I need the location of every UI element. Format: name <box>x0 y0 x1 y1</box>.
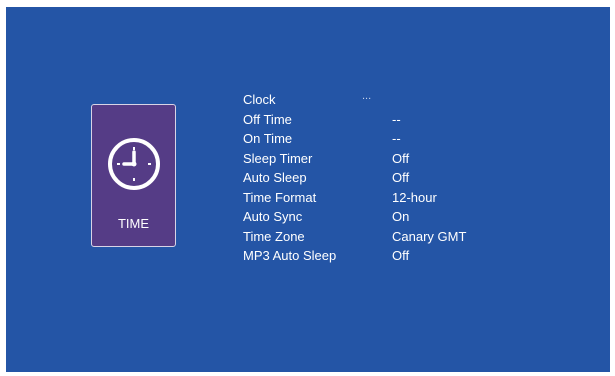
category-label: TIME <box>117 216 150 231</box>
setting-value: ... <box>362 90 372 102</box>
setting-label: Time Format <box>243 189 317 205</box>
tv-menu-screen: TIME Clock ... Off Time -- On Time -- Sl… <box>6 7 610 372</box>
setting-value: Off <box>392 170 410 185</box>
setting-label: Off Time <box>243 111 292 127</box>
setting-label: Auto Sleep <box>243 170 307 185</box>
setting-row-off-time[interactable]: Off Time -- <box>243 110 523 130</box>
setting-value: Off <box>392 150 410 166</box>
time-settings-list: Clock ... Off Time -- On Time -- Sleep T… <box>243 90 523 266</box>
setting-value: -- <box>392 111 401 127</box>
setting-row-auto-sync[interactable]: Auto Sync On <box>243 207 523 227</box>
time-category-tile[interactable]: TIME <box>91 104 176 247</box>
setting-row-auto-sleep[interactable]: Auto Sleep Off <box>243 168 523 188</box>
setting-label: Sleep Timer <box>243 150 313 166</box>
setting-label: On Time <box>243 131 293 146</box>
setting-label: Time Zone <box>243 228 305 244</box>
setting-row-on-time[interactable]: On Time -- <box>243 129 523 149</box>
setting-label: MP3 Auto Sleep <box>243 248 337 263</box>
setting-row-clock[interactable]: Clock ... <box>243 90 523 110</box>
setting-value: Off <box>392 248 410 263</box>
setting-label: Clock <box>243 92 276 107</box>
setting-row-time-format[interactable]: Time Format 12-hour <box>243 188 523 208</box>
setting-row-mp3-auto-sleep[interactable]: MP3 Auto Sleep Off <box>243 246 523 266</box>
setting-value: Canary GMT <box>392 228 467 244</box>
clock-icon <box>108 138 160 190</box>
setting-value: On <box>392 209 410 224</box>
setting-value: -- <box>392 131 401 146</box>
setting-row-sleep-timer[interactable]: Sleep Timer Off <box>243 149 523 169</box>
setting-row-time-zone[interactable]: Time Zone Canary GMT <box>243 227 523 247</box>
setting-value: 12-hour <box>392 189 437 205</box>
setting-label: Auto Sync <box>243 209 303 224</box>
